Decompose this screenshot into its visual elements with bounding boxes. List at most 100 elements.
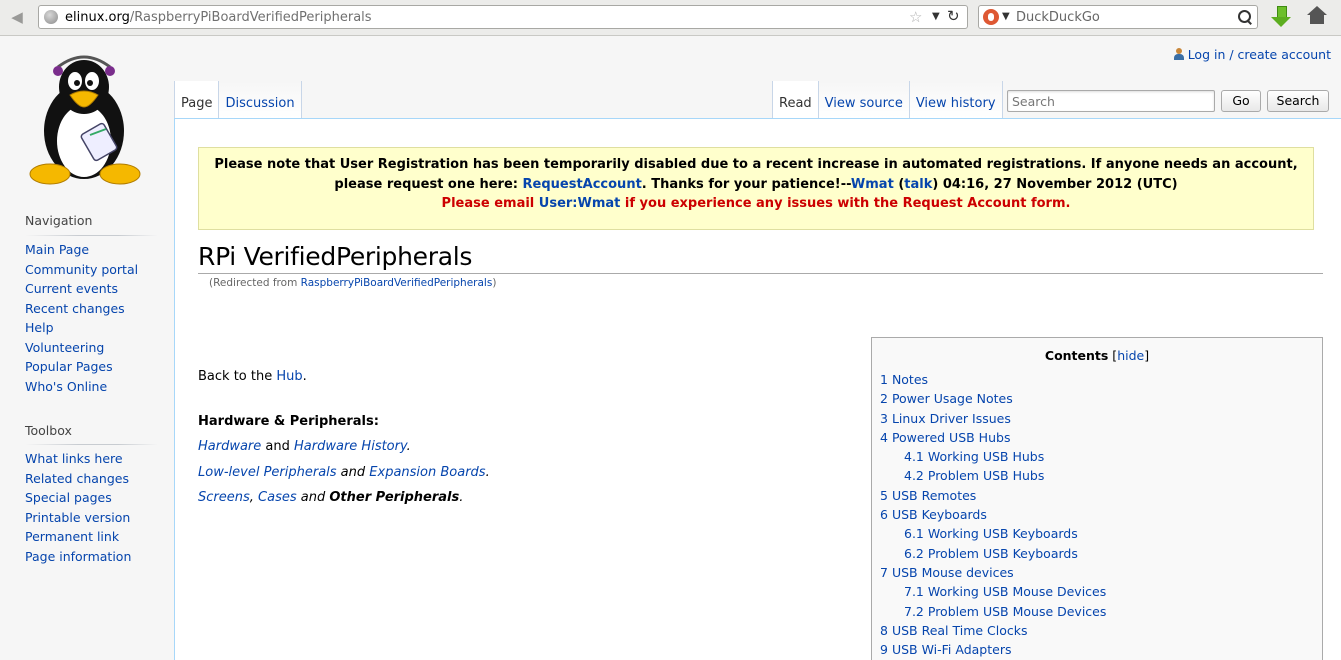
wiki-search-input[interactable]: Search xyxy=(1007,90,1215,112)
bookmark-star-icon[interactable]: ☆ xyxy=(909,8,922,26)
toc-link[interactable]: 4.1 Working USB Hubs xyxy=(904,449,1044,464)
sidebar-link[interactable]: Current events xyxy=(25,281,118,296)
sidebar-link[interactable]: Popular Pages xyxy=(25,359,113,374)
user-wmat-link[interactable]: User:Wmat xyxy=(539,196,621,211)
redirect-link[interactable]: RaspberryPiBoardVerifiedPeripherals xyxy=(301,277,493,289)
sidebar-item-page-information[interactable]: Page information xyxy=(25,547,131,567)
toc-item[interactable]: 4.1 Working USB Hubs xyxy=(880,447,1106,466)
sidebar-link[interactable]: Help xyxy=(25,320,54,335)
toc-link[interactable]: 1 Notes xyxy=(880,372,928,387)
toc-label: USB Wi-Fi Adapters xyxy=(891,642,1012,658)
expansion-boards-link[interactable]: Expansion Boards xyxy=(369,465,485,480)
toc-item[interactable]: 3 Linux Driver Issues xyxy=(880,409,1106,428)
toc-item[interactable]: 8 USB Real Time Clocks xyxy=(880,621,1106,640)
sidebar-item-printable-version[interactable]: Printable version xyxy=(25,508,131,528)
back-arrow-icon[interactable]: ◀ xyxy=(6,8,28,26)
download-arrow-icon[interactable] xyxy=(1268,5,1294,29)
toc-link[interactable]: 4 Powered USB Hubs xyxy=(880,430,1010,445)
sidebar-link[interactable]: Who's Online xyxy=(25,379,107,394)
toc-item[interactable]: 7.1 Working USB Mouse Devices xyxy=(880,582,1106,601)
sidebar-link[interactable]: Main Page xyxy=(25,242,89,257)
toc-label: USB Keyboards xyxy=(891,507,987,523)
sidebar-item-permanent-link[interactable]: Permanent link xyxy=(25,527,131,547)
low-level-peripherals-link[interactable]: Low-level Peripherals xyxy=(198,465,337,480)
reload-icon[interactable]: ↻ xyxy=(947,7,960,26)
sidebar-item-help[interactable]: Help xyxy=(25,318,138,338)
toc-item[interactable]: 6.2 Problem USB Keyboards xyxy=(880,544,1106,563)
tux-penguin-logo[interactable] xyxy=(28,49,144,189)
notice-line-3: Please email User:Wmat if you experience… xyxy=(199,194,1313,214)
toc-item[interactable]: 4.2 Problem USB Hubs xyxy=(880,466,1106,485)
sidebar-link[interactable]: Printable version xyxy=(25,510,130,525)
toc-link[interactable]: 6.1 Working USB Keyboards xyxy=(904,526,1078,541)
toc-item[interactable]: 1 Notes xyxy=(880,370,1106,389)
sidebar-link[interactable]: Special pages xyxy=(25,490,112,505)
body-text: and xyxy=(296,490,330,505)
sidebar-item-special-pages[interactable]: Special pages xyxy=(25,488,131,508)
sidebar-link[interactable]: What links here xyxy=(25,451,123,466)
tab-discussion[interactable]: Discussion xyxy=(219,81,302,118)
hardware-history-link[interactable]: Hardware History xyxy=(294,439,407,454)
toc-item[interactable]: 2 Power Usage Notes xyxy=(880,389,1106,408)
tab-page[interactable]: Page xyxy=(174,81,220,118)
sidebar-item-whos-online[interactable]: Who's Online xyxy=(25,377,138,397)
sidebar-item-recent-changes[interactable]: Recent changes xyxy=(25,299,138,319)
toc-hide-link[interactable]: hide xyxy=(1117,348,1144,363)
sidebar-link[interactable]: Related changes xyxy=(25,471,129,486)
toc-item[interactable]: 9 USB Wi-Fi Adapters xyxy=(880,640,1106,659)
duckduckgo-icon[interactable] xyxy=(983,9,999,25)
toc-link[interactable]: 4.2 Problem USB Hubs xyxy=(904,468,1044,483)
talk-link[interactable]: talk xyxy=(904,177,932,192)
sidebar-item-related-changes[interactable]: Related changes xyxy=(25,469,131,489)
content-area: Please note that User Registration has b… xyxy=(174,118,1341,660)
wmat-link[interactable]: Wmat xyxy=(851,177,894,192)
browser-search-bar[interactable]: ▼ DuckDuckGo xyxy=(978,5,1258,29)
sidebar-item-volunteering[interactable]: Volunteering xyxy=(25,338,138,358)
tab-view-source[interactable]: View source xyxy=(818,81,910,118)
sidebar-link[interactable]: Permanent link xyxy=(25,529,119,544)
login-link[interactable]: Log in / create account xyxy=(1188,47,1331,62)
toc-link[interactable]: 3 Linux Driver Issues xyxy=(880,411,1011,426)
sidebar-item-popular-pages[interactable]: Popular Pages xyxy=(25,357,138,377)
toc-link[interactable]: 7.1 Working USB Mouse Devices xyxy=(904,584,1106,599)
home-icon[interactable] xyxy=(1305,6,1329,28)
tab-view-history[interactable]: View history xyxy=(909,81,1003,118)
toc-link[interactable]: 2 Power Usage Notes xyxy=(880,391,1013,406)
hardware-link[interactable]: Hardware xyxy=(198,439,261,454)
search-icon[interactable] xyxy=(1237,9,1253,25)
hub-link[interactable]: Hub xyxy=(276,369,302,384)
toc-link[interactable]: 7.2 Problem USB Mouse Devices xyxy=(904,604,1106,619)
toc-item[interactable]: 7 USB Mouse devices xyxy=(880,563,1106,582)
toc-item[interactable]: 4 Powered USB Hubs xyxy=(880,428,1106,447)
url-text[interactable]: elinux.org/RaspberryPiBoardVerifiedPerip… xyxy=(65,10,372,25)
sidebar-link[interactable]: Volunteering xyxy=(25,340,104,355)
sidebar-item-main-page[interactable]: Main Page xyxy=(25,240,138,260)
sidebar-link[interactable]: Page information xyxy=(25,549,131,564)
toc-link[interactable]: 9 USB Wi-Fi Adapters xyxy=(880,642,1011,657)
toc-label: Linux Driver Issues xyxy=(891,410,1011,426)
screens-link[interactable]: Screens xyxy=(198,490,250,505)
toc-item[interactable]: 6.1 Working USB Keyboards xyxy=(880,524,1106,543)
sidebar-item-what-links-here[interactable]: What links here xyxy=(25,449,131,469)
chevron-down-icon[interactable]: ▼ xyxy=(1002,9,1010,25)
go-button[interactable]: Go xyxy=(1221,90,1261,112)
toc-item[interactable]: 7.2 Problem USB Mouse Devices xyxy=(880,602,1106,621)
toc-link[interactable]: 6.2 Problem USB Keyboards xyxy=(904,546,1078,561)
toc-link[interactable]: 7 USB Mouse devices xyxy=(880,565,1014,580)
chevron-down-icon[interactable]: ▼ xyxy=(932,9,940,25)
search-button[interactable]: Search xyxy=(1267,90,1329,112)
address-bar[interactable]: elinux.org/RaspberryPiBoardVerifiedPerip… xyxy=(38,5,968,29)
tab-read[interactable]: Read xyxy=(772,81,819,118)
sidebar-link[interactable]: Recent changes xyxy=(25,301,125,316)
toc-item[interactable]: 5 USB Remotes xyxy=(880,486,1106,505)
toc-link[interactable]: 5 USB Remotes xyxy=(880,488,976,503)
request-account-link[interactable]: RequestAccount xyxy=(523,177,642,192)
cases-link[interactable]: Cases xyxy=(258,490,297,505)
screens-line: Screens, Cases and Other Peripherals. xyxy=(198,490,463,505)
sidebar-item-community-portal[interactable]: Community portal xyxy=(25,260,138,280)
toc-item[interactable]: 6 USB Keyboards xyxy=(880,505,1106,524)
sidebar-link[interactable]: Community portal xyxy=(25,262,138,277)
toc-link[interactable]: 6 USB Keyboards xyxy=(880,507,987,522)
sidebar-item-current-events[interactable]: Current events xyxy=(25,279,138,299)
toc-link[interactable]: 8 USB Real Time Clocks xyxy=(880,623,1028,638)
